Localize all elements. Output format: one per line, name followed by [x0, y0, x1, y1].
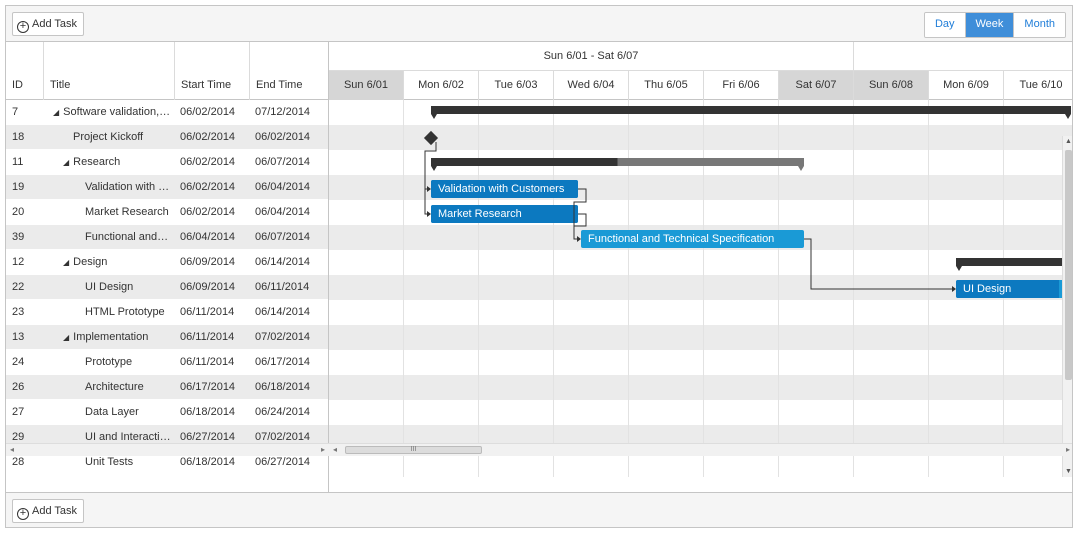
vertical-scrollbar[interactable]: ▲ ▼	[1062, 136, 1072, 477]
cell-start: 06/11/2014	[180, 356, 235, 368]
cell-end: 06/04/2014	[255, 206, 311, 218]
table-row[interactable]: 27 Data Layer 06/18/2014 06/24/2014	[6, 400, 328, 425]
collapse-arrow-icon[interactable]: ◢	[63, 158, 69, 167]
table-row[interactable]: 22 UI Design 06/09/2014 06/11/2014	[6, 275, 328, 300]
cell-id: 27	[12, 406, 25, 418]
view-switcher: Day Week Month	[923, 12, 1066, 38]
cell-end: 07/12/2014	[255, 106, 311, 118]
cell-start: 06/09/2014	[180, 281, 236, 293]
table-row[interactable]: 39 Functional and Technical Specification…	[6, 225, 328, 250]
table-row[interactable]: 19 Validation with Customers 06/02/2014 06/…	[6, 175, 328, 200]
collapse-arrow-icon[interactable]: ◢	[53, 108, 59, 117]
cell-title: ◢ Design	[63, 256, 108, 268]
column-header-end[interactable]: End Time	[249, 42, 328, 100]
cell-id: 12	[12, 256, 25, 268]
cell-start: 06/02/2014	[180, 156, 236, 168]
add-task-button-bottom[interactable]: + Add Task	[12, 499, 85, 523]
view-day-button[interactable]: Day	[924, 13, 965, 37]
grid-header: ID Title Start Time End Time	[6, 42, 328, 100]
cell-title: Project Kickoff	[73, 131, 144, 143]
cell-id: 26	[12, 381, 25, 393]
cell-end: 06/17/2014	[255, 356, 311, 368]
cell-end: 06/07/2014	[255, 231, 311, 243]
cell-title: HTML Prototype	[85, 306, 165, 318]
table-row[interactable]: 20 Market Research 06/02/2014 06/04/2014	[6, 200, 328, 225]
cell-title: ◢Software validation, research and imple…	[53, 106, 171, 118]
view-week-button[interactable]: Week	[964, 13, 1014, 37]
cell-start: 06/11/2014	[180, 306, 235, 318]
column-header-id[interactable]: ID	[6, 42, 43, 100]
collapse-arrow-icon[interactable]: ◢	[63, 333, 69, 342]
cell-id: 13	[12, 331, 25, 343]
cell-end: 06/02/2014	[255, 131, 311, 143]
cell-start: 06/02/2014	[180, 181, 236, 193]
cell-id: 22	[12, 281, 25, 293]
cell-end: 06/14/2014	[255, 256, 311, 268]
cell-title: UI Design	[85, 281, 134, 293]
table-row[interactable]: 24 Prototype 06/11/2014 06/17/2014	[6, 350, 328, 375]
bottom-toolbar: + Add Task	[6, 492, 1072, 527]
table-row[interactable]: 13 ◢ Implementation 06/11/2014 07/02/2014	[6, 325, 328, 350]
cell-id: 18	[12, 131, 25, 143]
cell-title: ◢ Implementation	[63, 331, 149, 343]
cell-end: 07/02/2014	[255, 331, 311, 343]
view-month-button[interactable]: Month	[1013, 13, 1065, 37]
task-grid: ID Title Start Time End Time 7 ◢ Software …	[6, 42, 329, 492]
cell-end: 06/24/2014	[255, 406, 311, 418]
dependency-lines	[424, 142, 956, 292]
cell-id: 23	[12, 306, 25, 318]
cell-id: 7	[12, 106, 19, 118]
cell-id: 19	[12, 181, 25, 193]
scroll-down-arrow-icon[interactable]: ▼	[1065, 468, 1072, 475]
cell-end: 06/14/2014	[255, 306, 311, 318]
cell-start: 06/09/2014	[180, 256, 236, 268]
cell-title: Functional and Technical Specification	[85, 231, 171, 243]
cell-end: 06/18/2014	[255, 381, 311, 393]
cell-title: Validation with Customers	[85, 181, 171, 193]
collapse-arrow-icon[interactable]: ◢	[63, 258, 69, 267]
plus-circle-icon: +	[17, 21, 29, 33]
plus-circle-icon: +	[17, 508, 29, 520]
cell-id: 24	[12, 356, 25, 368]
cell-start: 06/02/2014	[180, 206, 236, 218]
cell-start: 06/02/2014	[180, 106, 236, 118]
scroll-left-arrow-icon[interactable]: ◂	[333, 444, 337, 456]
cell-end: 06/11/2014	[255, 281, 310, 293]
cell-title: Market Research	[85, 206, 169, 218]
cell-end: 06/04/2014	[255, 181, 311, 193]
scroll-right-arrow-icon[interactable]: ▸	[321, 444, 325, 456]
cell-title: Data Layer	[85, 406, 139, 418]
timeline: Sun 6/01 - Sat 6/07 Sun 6/01 Mon 6/02 Tue …	[329, 42, 1072, 492]
scroll-left-arrow-icon[interactable]: ◂	[10, 444, 14, 456]
table-row[interactable]: 26 Architecture 06/17/2014 06/18/2014	[6, 375, 328, 400]
table-row[interactable]: 23 HTML Prototype 06/11/2014 06/14/2014	[6, 300, 328, 325]
cell-end: 06/07/2014	[255, 156, 311, 168]
table-row[interactable]: 11 ◢ Research 06/02/2014 06/07/2014	[6, 150, 328, 175]
scroll-right-arrow-icon[interactable]: ▸	[1066, 444, 1070, 456]
cell-title: ◢ Research	[63, 156, 121, 168]
horizontal-scroll-thumb[interactable]: III	[345, 446, 482, 454]
cell-start: 06/11/2014	[180, 331, 235, 343]
timeline-horizontal-scrollbar[interactable]: ◂ III ▸	[329, 443, 1072, 456]
cell-start: 06/04/2014	[180, 231, 236, 243]
cell-id: 11	[12, 156, 24, 168]
table-row[interactable]: 12 ◢ Design 06/09/2014 06/14/2014	[6, 250, 328, 275]
top-toolbar: + Add Task Day Week Month	[6, 6, 1072, 42]
cell-title: Prototype	[85, 356, 133, 368]
add-task-button[interactable]: + Add Task	[12, 12, 85, 36]
table-row[interactable]: 7 ◢Software validation, research and impl…	[6, 100, 328, 125]
column-header-start[interactable]: Start Time	[174, 42, 249, 100]
scroll-up-arrow-icon[interactable]: ▲	[1065, 138, 1072, 145]
cell-title: Architecture	[85, 381, 144, 393]
column-header-title[interactable]: Title	[43, 42, 174, 100]
cell-start: 06/02/2014	[180, 131, 236, 143]
grid-horizontal-scrollbar[interactable]: ◂ ▸	[6, 443, 329, 456]
table-row[interactable]: 18 Project Kickoff 06/02/2014 06/02/2014	[6, 125, 328, 150]
cell-id: 39	[12, 231, 25, 243]
cell-start: 06/17/2014	[180, 381, 236, 393]
cell-id: 20	[12, 206, 25, 218]
vertical-scroll-thumb[interactable]	[1065, 150, 1072, 380]
cell-start: 06/18/2014	[180, 406, 236, 418]
gantt-widget: + Add Task Day Week Month ID Title Start …	[5, 5, 1073, 528]
